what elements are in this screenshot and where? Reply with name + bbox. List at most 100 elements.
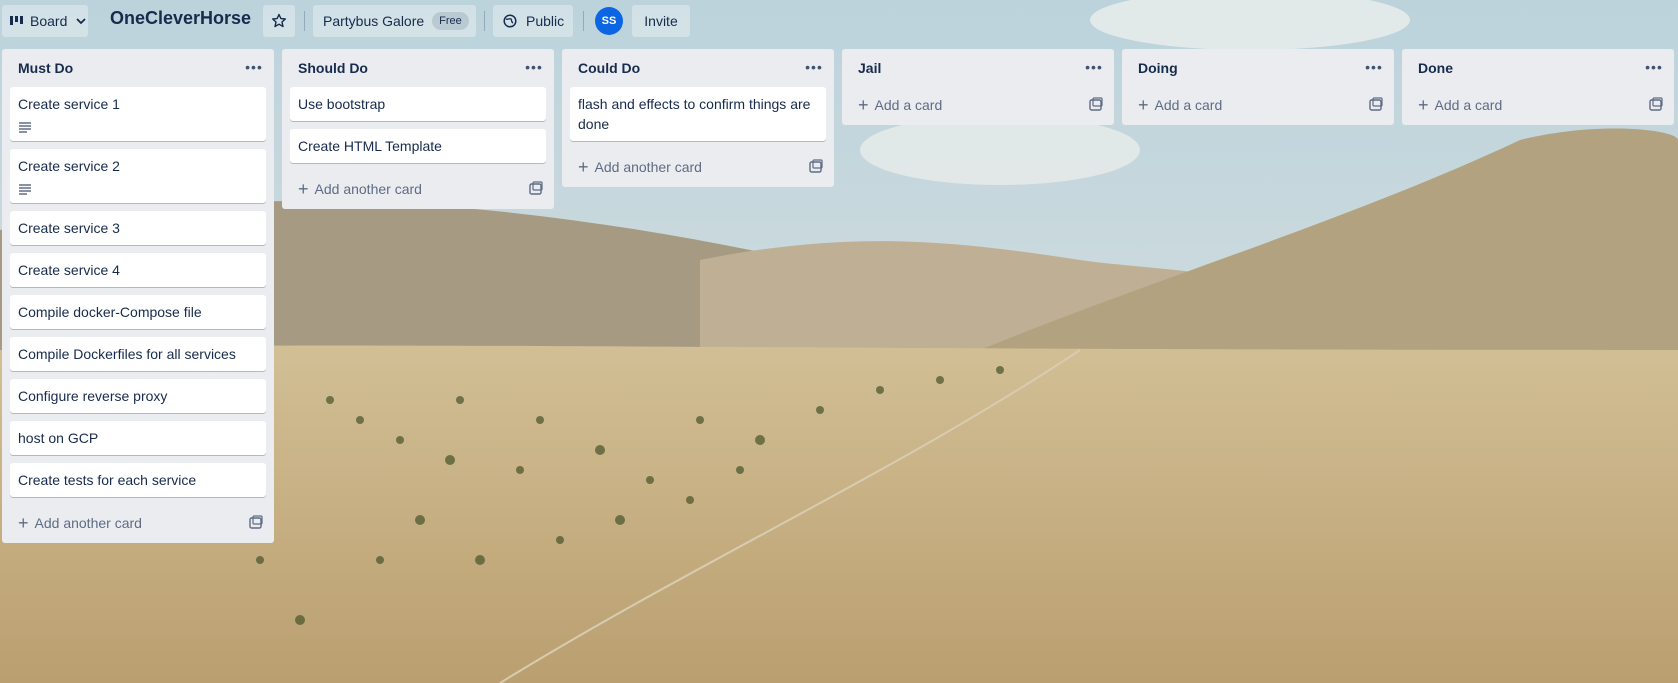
visibility-label: Public xyxy=(526,13,565,29)
add-card-label: Add a card xyxy=(1434,97,1503,113)
card-title: Create service 2 xyxy=(18,158,120,174)
card[interactable]: Create service 2 xyxy=(10,149,266,203)
list-should-do: Should Do ••• Use bootstrap Create HTML … xyxy=(282,49,554,209)
card-title: Compile Dockerfiles for all services xyxy=(18,346,236,362)
add-card-button[interactable]: + Add another card xyxy=(10,509,150,537)
member-avatar[interactable]: SS xyxy=(595,7,623,35)
list-done: Done ••• + Add a card xyxy=(1402,49,1674,125)
list-footer: + Add another card xyxy=(282,171,554,209)
card-list: Create service 1 Create service 2 Create… xyxy=(2,87,274,497)
card-template-icon[interactable] xyxy=(248,515,264,531)
card-title: Create service 4 xyxy=(18,262,120,278)
list-footer: + Add another card xyxy=(562,149,834,187)
invite-button[interactable]: Invite xyxy=(632,5,690,37)
description-lines-icon xyxy=(18,118,258,134)
board-title[interactable]: OneCleverHorse xyxy=(110,8,251,29)
workspace-button[interactable]: Partybus Galore Free xyxy=(313,5,476,37)
plus-icon: + xyxy=(298,179,309,199)
plus-icon: + xyxy=(578,157,589,177)
list-jail: Jail ••• + Add a card xyxy=(842,49,1114,125)
view-switcher-button[interactable]: Board xyxy=(2,5,88,37)
card[interactable]: Create service 4 xyxy=(10,253,266,287)
list-title[interactable]: Must Do xyxy=(18,60,73,76)
list-footer: + Add another card xyxy=(2,505,274,543)
card-template-icon[interactable] xyxy=(1088,97,1104,113)
list-header: Jail ••• xyxy=(842,49,1114,87)
header-divider xyxy=(484,11,485,31)
add-card-button[interactable]: + Add another card xyxy=(290,175,430,203)
card-title: host on GCP xyxy=(18,430,99,446)
list-title[interactable]: Done xyxy=(1418,60,1453,76)
add-card-button[interactable]: + Add a card xyxy=(1130,91,1230,119)
card[interactable]: Use bootstrap xyxy=(290,87,546,121)
add-card-label: Add another card xyxy=(594,159,702,175)
card[interactable]: Create HTML Template xyxy=(290,129,546,163)
card-template-icon[interactable] xyxy=(528,181,544,197)
card-template-icon[interactable] xyxy=(1368,97,1384,113)
chevron-down-icon xyxy=(76,18,86,25)
list-footer: + Add a card xyxy=(1122,87,1394,125)
more-horizontal-icon[interactable]: ••• xyxy=(1642,55,1666,79)
card[interactable]: Configure reverse proxy xyxy=(10,379,266,413)
board-icon xyxy=(10,16,23,25)
list-title[interactable]: Should Do xyxy=(298,60,368,76)
card-template-icon[interactable] xyxy=(808,159,824,175)
add-card-button[interactable]: + Add another card xyxy=(570,153,710,181)
card-list: Use bootstrap Create HTML Template xyxy=(282,87,554,163)
card-title: Create service 3 xyxy=(18,220,120,236)
list-header: Done ••• xyxy=(1402,49,1674,87)
visibility-button[interactable]: Public xyxy=(493,5,573,37)
list-footer: + Add a card xyxy=(1402,87,1674,125)
workspace-plan-badge: Free xyxy=(432,12,469,30)
card[interactable]: Create service 3 xyxy=(10,211,266,245)
add-card-label: Add another card xyxy=(34,515,142,531)
add-card-label: Add another card xyxy=(314,181,422,197)
more-horizontal-icon[interactable]: ••• xyxy=(242,55,266,79)
list-must-do: Must Do ••• Create service 1 Create serv… xyxy=(2,49,274,543)
list-title[interactable]: Doing xyxy=(1138,60,1178,76)
plus-icon: + xyxy=(858,95,869,115)
plus-icon: + xyxy=(1138,95,1149,115)
more-horizontal-icon[interactable]: ••• xyxy=(1082,55,1106,79)
card-list: flash and effects to confirm things are … xyxy=(562,87,834,141)
card-template-icon[interactable] xyxy=(1648,97,1664,113)
list-header: Could Do ••• xyxy=(562,49,834,87)
list-header: Should Do ••• xyxy=(282,49,554,87)
add-card-button[interactable]: + Add a card xyxy=(1410,91,1510,119)
star-icon xyxy=(272,13,286,28)
more-horizontal-icon[interactable]: ••• xyxy=(802,55,826,79)
avatar-initials: SS xyxy=(601,15,617,27)
card-title: Create service 1 xyxy=(18,96,120,112)
view-switcher-label: Board xyxy=(30,13,68,29)
workspace-name: Partybus Galore xyxy=(323,13,425,29)
list-header: Doing ••• xyxy=(1122,49,1394,87)
card-title: flash and effects to confirm things are … xyxy=(578,96,811,132)
card-title: Use bootstrap xyxy=(298,96,386,112)
list-title[interactable]: Could Do xyxy=(578,60,640,76)
header-divider xyxy=(304,11,305,31)
header-divider xyxy=(583,11,584,31)
card-title: Compile docker-Compose file xyxy=(18,304,202,320)
board-header: Board OneCleverHorse Partybus Galore Fre… xyxy=(0,0,1678,42)
more-horizontal-icon[interactable]: ••• xyxy=(1362,55,1386,79)
card-title: Create HTML Template xyxy=(298,138,442,154)
more-horizontal-icon[interactable]: ••• xyxy=(522,55,546,79)
add-card-label: Add a card xyxy=(874,97,943,113)
card-title: Configure reverse proxy xyxy=(18,388,168,404)
card[interactable]: host on GCP xyxy=(10,421,266,455)
list-could-do: Could Do ••• flash and effects to confir… xyxy=(562,49,834,187)
list-doing: Doing ••• + Add a card xyxy=(1122,49,1394,125)
add-card-button[interactable]: + Add a card xyxy=(850,91,950,119)
globe-icon xyxy=(503,14,517,28)
description-lines-icon xyxy=(18,180,258,196)
card[interactable]: flash and effects to confirm things are … xyxy=(570,87,826,141)
card[interactable]: Create tests for each service xyxy=(10,463,266,497)
plus-icon: + xyxy=(18,513,29,533)
list-footer: + Add a card xyxy=(842,87,1114,125)
card[interactable]: Compile docker-Compose file xyxy=(10,295,266,329)
invite-label: Invite xyxy=(644,13,678,29)
list-title[interactable]: Jail xyxy=(858,60,881,76)
card[interactable]: Create service 1 xyxy=(10,87,266,141)
star-button[interactable] xyxy=(263,5,295,37)
card[interactable]: Compile Dockerfiles for all services xyxy=(10,337,266,371)
